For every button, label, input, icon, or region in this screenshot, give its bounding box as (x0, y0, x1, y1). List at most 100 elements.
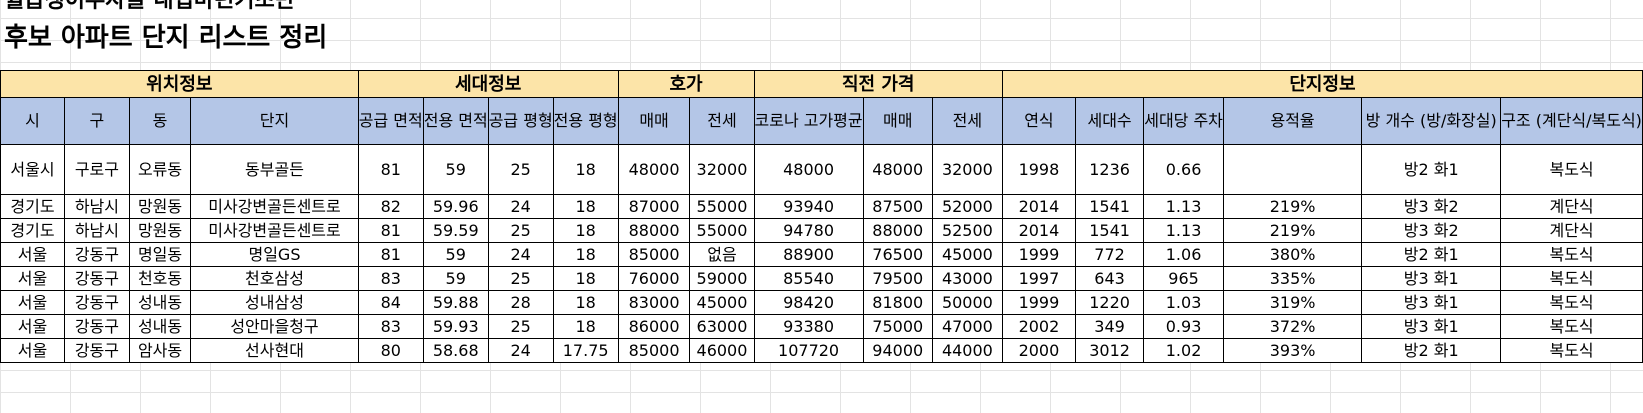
table-cell[interactable]: 없음 (689, 242, 755, 267)
table-cell[interactable]: 25 (487, 314, 554, 339)
table-cell[interactable]: 98420 (753, 290, 864, 315)
col-header[interactable]: 구 (63, 97, 130, 145)
sheet-title-line1[interactable]: 월급쟁이부자들 내집마련기초반 (4, 0, 295, 14)
table-cell[interactable]: 88900 (753, 242, 864, 267)
table-cell[interactable]: 48000 (862, 144, 933, 195)
table-cell[interactable]: 서울 (0, 314, 65, 339)
table-cell[interactable]: 81800 (862, 290, 933, 315)
table-cell[interactable]: 동부골든 (190, 144, 359, 195)
table-cell[interactable]: 55000 (689, 194, 755, 219)
table-cell[interactable]: 복도식 (1500, 290, 1643, 315)
table-cell[interactable]: 복도식 (1500, 314, 1643, 339)
table-cell[interactable]: 372% (1222, 314, 1363, 339)
table-cell[interactable]: 18 (552, 218, 619, 243)
table-cell[interactable]: 83000 (617, 290, 691, 315)
table-cell[interactable]: 32000 (689, 144, 755, 195)
table-cell[interactable]: 85000 (617, 242, 691, 267)
col-header[interactable]: 연식 (1001, 97, 1076, 145)
table-cell[interactable]: 965 (1143, 266, 1224, 291)
table-cell[interactable]: 88000 (862, 218, 933, 243)
group-location[interactable]: 위치정보 (0, 70, 359, 98)
table-cell[interactable]: 643 (1074, 266, 1145, 291)
table-cell[interactable]: 방2 화1 (1361, 338, 1502, 363)
col-header[interactable]: 전세 (931, 97, 1003, 145)
table-cell[interactable]: 성내동 (128, 290, 192, 315)
table-cell[interactable]: 복도식 (1500, 266, 1643, 291)
table-cell[interactable]: 393% (1222, 338, 1363, 363)
col-header[interactable]: 매매 (862, 97, 933, 145)
table-cell[interactable]: 복도식 (1500, 242, 1643, 267)
table-cell[interactable]: 1997 (1001, 266, 1076, 291)
table-cell[interactable]: 81 (357, 242, 424, 267)
table-cell[interactable]: 75000 (862, 314, 933, 339)
table-cell[interactable]: 1541 (1074, 194, 1145, 219)
table-cell[interactable]: 방3 화1 (1361, 314, 1502, 339)
table-cell[interactable]: 87000 (617, 194, 691, 219)
table-cell[interactable]: 17.75 (552, 338, 619, 363)
table-cell[interactable]: 서울 (0, 266, 65, 291)
table-cell[interactable]: 48000 (617, 144, 691, 195)
table-cell[interactable]: 천호삼성 (190, 266, 359, 291)
sheet-title-line2[interactable]: 후보 아파트 단지 리스트 정리 (4, 20, 327, 56)
table-cell[interactable]: 1541 (1074, 218, 1145, 243)
table-cell[interactable]: 2014 (1001, 218, 1076, 243)
table-cell[interactable]: 76000 (617, 266, 691, 291)
table-cell[interactable]: 87500 (862, 194, 933, 219)
table-cell[interactable]: 84 (357, 290, 424, 315)
table-cell[interactable]: 서울 (0, 290, 65, 315)
table-cell[interactable]: 2000 (1001, 338, 1076, 363)
table-cell[interactable]: 772 (1074, 242, 1145, 267)
table-cell[interactable]: 경기도 (0, 218, 65, 243)
group-asking[interactable]: 호가 (617, 70, 755, 98)
col-header[interactable]: 방 개수 (방/화장실) (1361, 97, 1502, 145)
col-header[interactable]: 매매 (617, 97, 691, 145)
table-cell[interactable]: 망원동 (128, 218, 192, 243)
table-cell[interactable]: 59.96 (422, 194, 489, 219)
table-cell[interactable]: 24 (487, 242, 554, 267)
table-cell[interactable]: 방3 화2 (1361, 194, 1502, 219)
table-cell[interactable]: 18 (552, 242, 619, 267)
table-cell[interactable]: 천호동 (128, 266, 192, 291)
table-cell[interactable]: 107720 (753, 338, 864, 363)
table-cell[interactable]: 94780 (753, 218, 864, 243)
table-cell[interactable]: 25 (487, 266, 554, 291)
table-cell[interactable]: 계단식 (1500, 218, 1643, 243)
table-cell[interactable]: 52000 (931, 194, 1003, 219)
table-cell[interactable]: 52500 (931, 218, 1003, 243)
table-cell[interactable]: 81 (357, 144, 424, 195)
table-cell[interactable]: 28 (487, 290, 554, 315)
table-cell[interactable]: 1.06 (1143, 242, 1224, 267)
table-cell[interactable]: 1236 (1074, 144, 1145, 195)
table-cell[interactable]: 1.03 (1143, 290, 1224, 315)
table-cell[interactable]: 83 (357, 314, 424, 339)
table-cell[interactable]: 46000 (689, 338, 755, 363)
table-cell[interactable]: 24 (487, 338, 554, 363)
table-cell[interactable]: 암사동 (128, 338, 192, 363)
table-cell[interactable]: 59000 (689, 266, 755, 291)
col-header[interactable]: 구조 (계단식/복도식) (1500, 97, 1643, 145)
table-cell[interactable]: 50000 (931, 290, 1003, 315)
table-cell[interactable]: 방3 화2 (1361, 218, 1502, 243)
table-cell[interactable]: 3012 (1074, 338, 1145, 363)
table-cell[interactable]: 18 (552, 314, 619, 339)
table-cell[interactable]: 25 (487, 144, 554, 195)
table-cell[interactable]: 1.13 (1143, 218, 1224, 243)
table-cell[interactable]: 79500 (862, 266, 933, 291)
table-cell[interactable]: 성안마을청구 (190, 314, 359, 339)
col-header[interactable]: 시 (0, 97, 65, 145)
table-cell[interactable]: 380% (1222, 242, 1363, 267)
table-cell[interactable]: 59 (422, 144, 489, 195)
group-complex[interactable]: 단지정보 (1001, 70, 1643, 98)
table-cell[interactable]: 85000 (617, 338, 691, 363)
table-cell[interactable]: 48000 (753, 144, 864, 195)
table-cell[interactable]: 44000 (931, 338, 1003, 363)
col-header[interactable]: 세대당 주차 (1143, 97, 1224, 145)
table-cell[interactable]: 349 (1074, 314, 1145, 339)
table-cell[interactable]: 복도식 (1500, 338, 1643, 363)
col-header[interactable]: 용적율 (1222, 97, 1363, 145)
table-cell[interactable]: 93380 (753, 314, 864, 339)
table-cell[interactable]: 0.66 (1143, 144, 1224, 195)
table-cell[interactable]: 55000 (689, 218, 755, 243)
table-cell[interactable]: 망원동 (128, 194, 192, 219)
table-cell[interactable]: 1.02 (1143, 338, 1224, 363)
